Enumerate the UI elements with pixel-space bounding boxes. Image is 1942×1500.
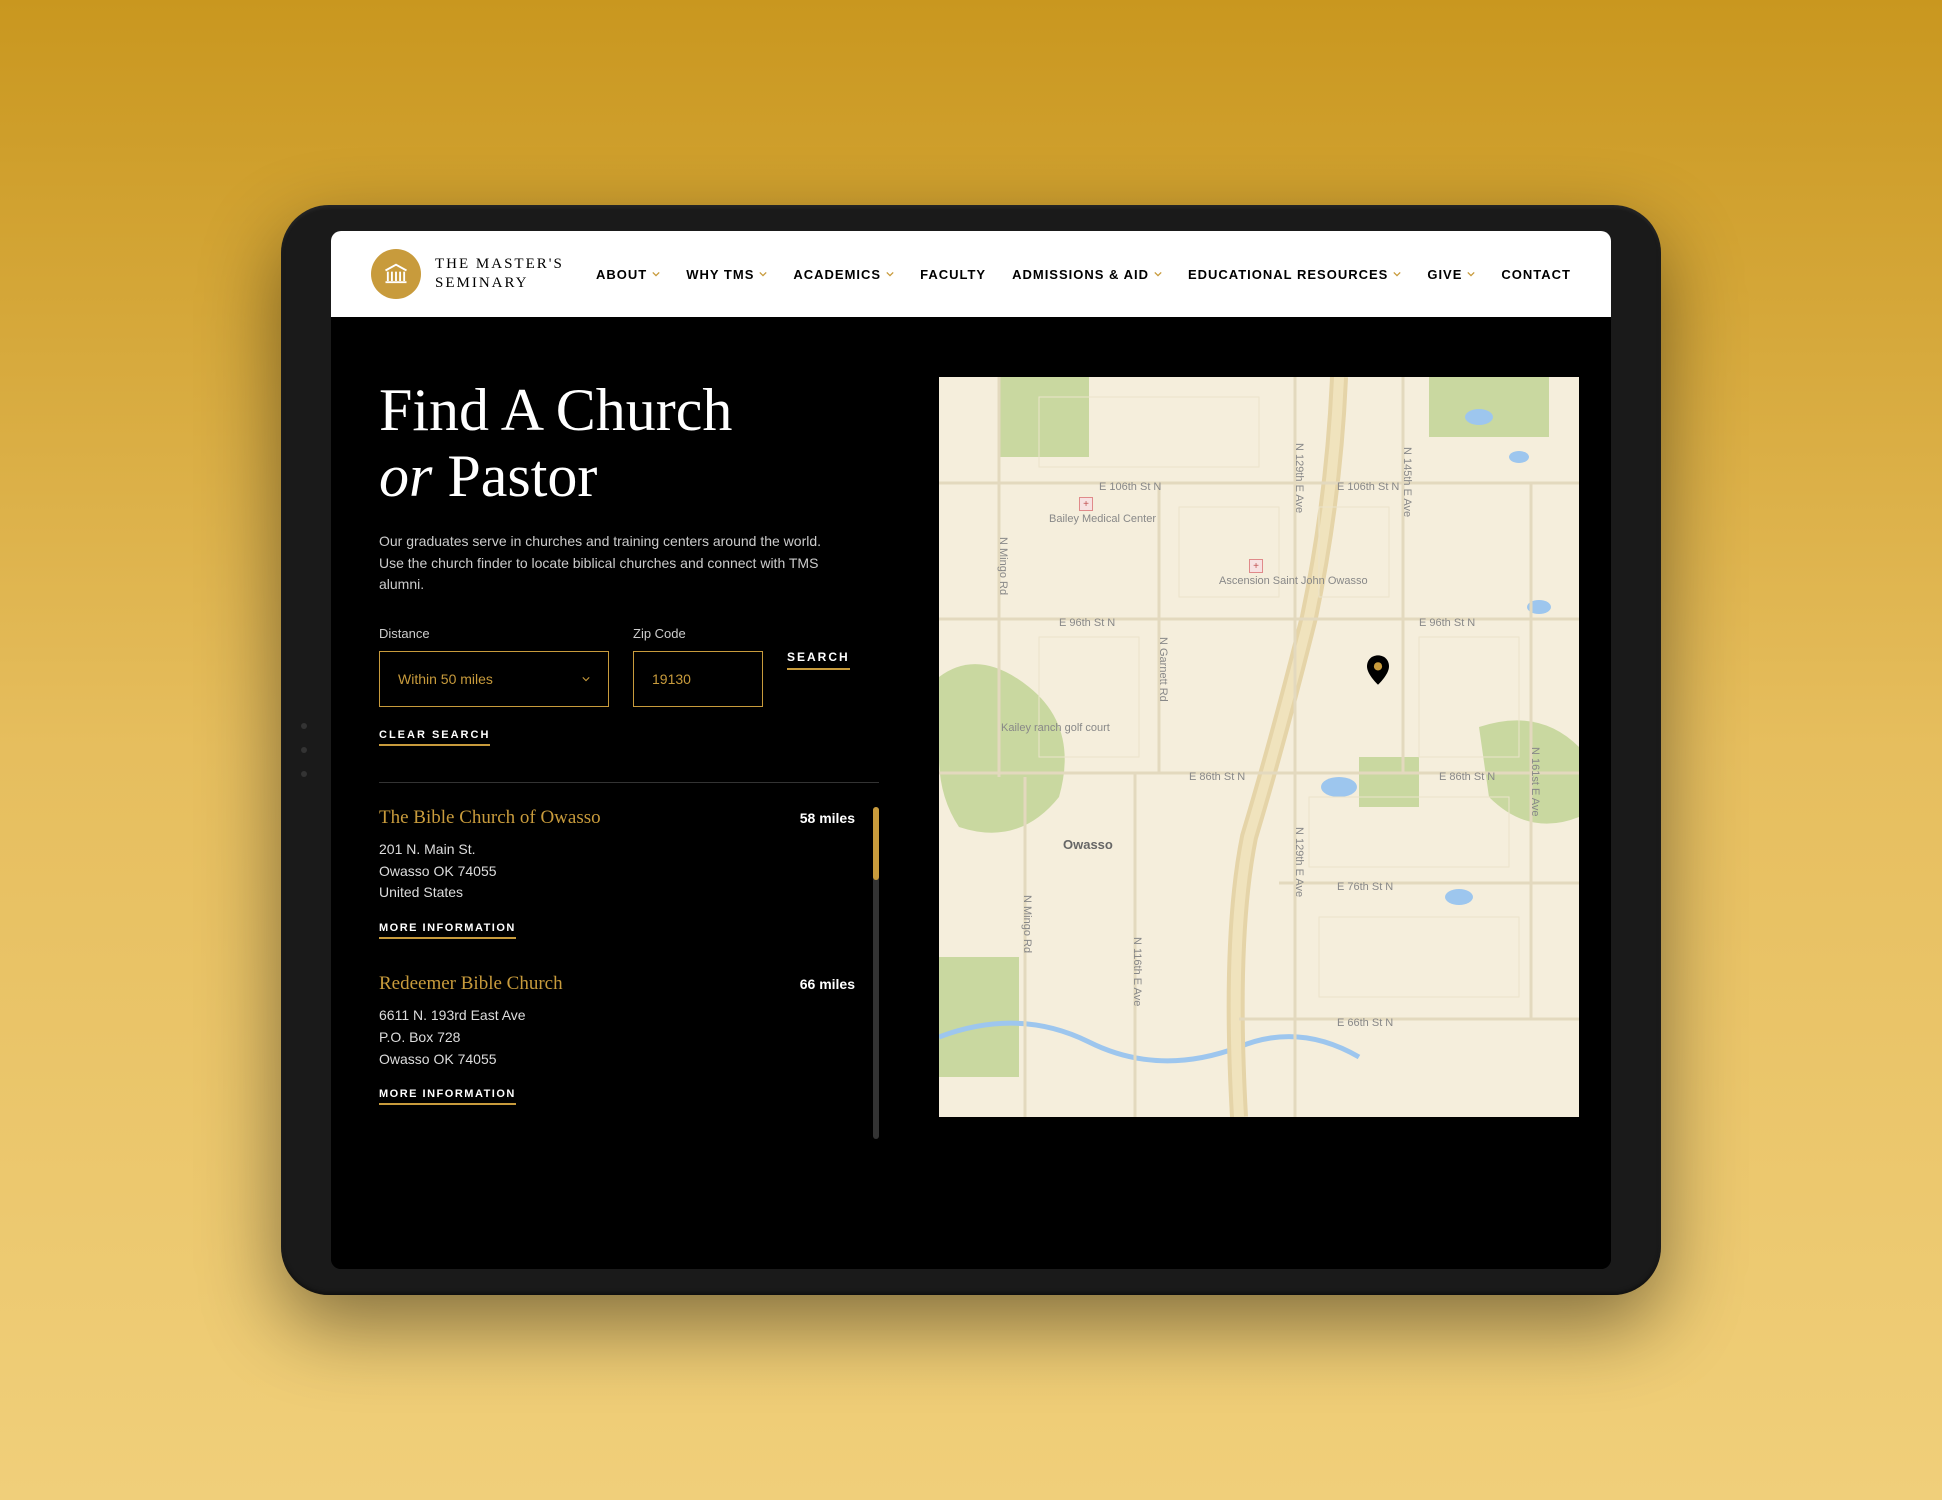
divider — [379, 782, 879, 783]
map-canvas — [939, 377, 1579, 1117]
scrollbar-thumb[interactable] — [873, 807, 879, 880]
nav-item-about[interactable]: ABOUT — [596, 267, 660, 282]
search-panel: Find A Church or Pastor Our graduates se… — [379, 377, 879, 1269]
page-body: Find A Church or Pastor Our graduates se… — [331, 317, 1611, 1269]
result-name[interactable]: Redeemer Bible Church — [379, 973, 563, 995]
chevron-down-icon — [582, 675, 590, 683]
result-address: 6611 N. 193rd East AveP.O. Box 728Owasso… — [379, 1005, 855, 1070]
zip-input[interactable]: 19130 — [633, 651, 763, 707]
nav-item-faculty[interactable]: FACULTY — [920, 267, 986, 282]
map-road-label: N Mingo Rd — [1021, 895, 1033, 953]
search-filters: Distance Within 50 miles Zip Code 19130 — [379, 626, 879, 707]
map-road-label: Bailey Medical Center — [1049, 513, 1156, 525]
zip-label: Zip Code — [633, 626, 763, 641]
map-road-label: N 129th E Ave — [1293, 443, 1305, 513]
brand[interactable]: THE MASTER'S SEMINARY — [371, 249, 564, 299]
result-distance: 66 miles — [800, 976, 855, 992]
chevron-down-icon — [1393, 270, 1401, 278]
chevron-down-icon — [759, 270, 767, 278]
nav-item-give[interactable]: GIVE — [1427, 267, 1475, 282]
search-button[interactable]: SEARCH — [787, 650, 850, 670]
chevron-down-icon — [1154, 270, 1162, 278]
results-list: The Bible Church of Owasso 58 miles 201 N.… — [379, 807, 855, 1139]
map-road-label: E 96th St N — [1419, 617, 1475, 629]
map-poi-marker: + — [1249, 559, 1263, 573]
results-scrollbar[interactable] — [873, 807, 879, 1139]
map-panel: E 106th St N E 106th St N E 96th St N E 96t… — [939, 377, 1563, 1269]
result-item: Redeemer Bible Church 66 miles 6611 N. 193… — [379, 973, 855, 1105]
result-item: The Bible Church of Owasso 58 miles 201 N.… — [379, 807, 855, 939]
result-name[interactable]: The Bible Church of Owasso — [379, 807, 601, 829]
distance-select[interactable]: Within 50 miles — [379, 651, 609, 707]
page-description: Our graduates serve in churches and trai… — [379, 531, 839, 596]
nav-item-contact[interactable]: CONTACT — [1501, 267, 1571, 282]
map-road-label: E 106th St N — [1337, 481, 1399, 493]
site-header: THE MASTER'S SEMINARY ABOUT WHY TMS ACADEM… — [331, 231, 1611, 317]
clear-search-button[interactable]: CLEAR SEARCH — [379, 729, 490, 746]
map-pin-icon[interactable] — [1367, 655, 1389, 685]
map-road-label: N 116th E Ave — [1131, 937, 1143, 1006]
nav-item-academics[interactable]: ACADEMICS — [793, 267, 894, 282]
screen: THE MASTER'S SEMINARY ABOUT WHY TMS ACADEM… — [331, 231, 1611, 1269]
map-road-label: E 66th St N — [1337, 1017, 1393, 1029]
main-nav: ABOUT WHY TMS ACADEMICS FACULTY ADMISSIONS &… — [596, 267, 1571, 282]
nav-item-educational-resources[interactable]: EDUCATIONAL RESOURCES — [1188, 267, 1401, 282]
distance-label: Distance — [379, 626, 609, 641]
map[interactable]: E 106th St N E 106th St N E 96th St N E 96t… — [939, 377, 1579, 1117]
chevron-down-icon — [652, 270, 660, 278]
chevron-down-icon — [1467, 270, 1475, 278]
nav-item-why-tms[interactable]: WHY TMS — [686, 267, 767, 282]
map-road-label: E 96th St N — [1059, 617, 1115, 629]
map-road-label: N 129th E Ave — [1293, 827, 1305, 897]
map-road-label: Ascension Saint John Owasso — [1219, 575, 1368, 587]
map-road-label: E 86th St N — [1439, 771, 1495, 783]
map-road-label: N 161st E Ave — [1529, 747, 1541, 817]
tablet-device: THE MASTER'S SEMINARY ABOUT WHY TMS ACADEM… — [281, 205, 1661, 1295]
map-road-label: N Mingo Rd — [997, 537, 1009, 595]
map-road-label: N 145th E Ave — [1401, 447, 1413, 517]
map-poi-marker: + — [1079, 497, 1093, 511]
map-road-label: N Garnett Rd — [1157, 637, 1169, 702]
map-city-label: Owasso — [1063, 837, 1113, 852]
more-information-link[interactable]: MORE INFORMATION — [379, 1088, 516, 1105]
page-title: Find A Church or Pastor — [379, 377, 879, 509]
nav-item-admissions-aid[interactable]: ADMISSIONS & AID — [1012, 267, 1162, 282]
map-road-label: E 86th St N — [1189, 771, 1245, 783]
map-road-label: Kailey ranch golf court — [1001, 722, 1110, 734]
more-information-link[interactable]: MORE INFORMATION — [379, 922, 516, 939]
map-road-label: E 106th St N — [1099, 481, 1161, 493]
result-address: 201 N. Main St.Owasso OK 74055United Sta… — [379, 839, 855, 904]
result-distance: 58 miles — [800, 810, 855, 826]
logo-icon — [371, 249, 421, 299]
brand-name: THE MASTER'S SEMINARY — [435, 255, 564, 294]
chevron-down-icon — [886, 270, 894, 278]
map-road-label: E 76th St N — [1337, 881, 1393, 893]
